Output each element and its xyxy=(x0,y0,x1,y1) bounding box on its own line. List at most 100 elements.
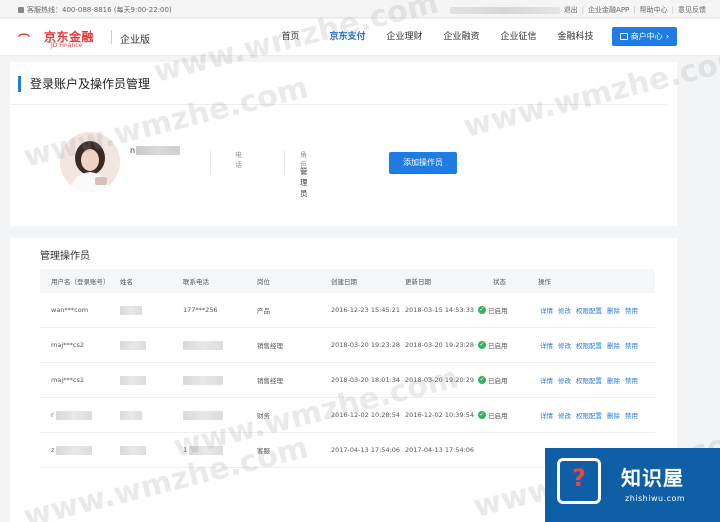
permission-link[interactable]: 权限配置 xyxy=(576,305,602,315)
divider xyxy=(10,104,667,105)
merchant-center-label: 商户中心 xyxy=(630,32,663,41)
avatar xyxy=(60,132,120,192)
row-position: 销售经理 xyxy=(257,377,283,385)
username-text: z xyxy=(51,446,55,454)
main-nav: 首页 京东支付 企业理财 企业融资 企业征信 金融科技 xyxy=(262,19,604,56)
username-text: n xyxy=(130,146,136,155)
profile-username: n xyxy=(130,146,181,155)
row-status: ✓ 已启用 xyxy=(478,293,508,327)
divider xyxy=(210,150,211,174)
badge-name: 知识屋 xyxy=(621,466,684,490)
permission-link[interactable]: 权限配置 xyxy=(576,375,602,385)
question-monitor-icon: ? xyxy=(557,458,601,504)
help-link[interactable]: 帮助中心 xyxy=(640,5,668,15)
phone-text: 1 xyxy=(183,446,188,454)
blurred-name xyxy=(120,305,142,315)
edit-link[interactable]: 修改 xyxy=(558,305,571,315)
detail-link[interactable]: 详情 xyxy=(540,340,553,350)
delete-link[interactable]: 删除 xyxy=(607,375,620,385)
delete-link[interactable]: 删除 xyxy=(607,410,620,420)
permission-link[interactable]: 权限配置 xyxy=(576,340,602,350)
chevron-right-icon: › xyxy=(665,31,670,42)
disable-link[interactable]: 禁用 xyxy=(625,340,638,350)
main-header: ⌒ 京东金融 JD Finance 企业版 首页 京东支付 企业理财 企业融资 … xyxy=(0,19,720,56)
nav-credit[interactable]: 企业征信 xyxy=(490,19,547,56)
row-phone xyxy=(183,328,223,362)
jd-finance-logo[interactable]: ⌒ 京东金融 JD Finance xyxy=(18,27,104,49)
row-position: 产品 xyxy=(257,307,270,315)
site-badge: ? 知识屋 zhishiwu.com xyxy=(545,448,720,522)
table-header: 用户名（登录账号） 姓名 联系电话 岗位 创建日期 更新日期 状态 操作 xyxy=(40,269,655,293)
disable-link[interactable]: 禁用 xyxy=(625,305,638,315)
row-actions: 详情 修改 权限配置 删除 禁用 xyxy=(540,398,638,432)
app-link[interactable]: 企业金融APP xyxy=(588,5,629,15)
blurred-name xyxy=(120,375,146,385)
col-created: 创建日期 xyxy=(331,278,357,286)
top-utility-bar: 客服热线：400-088-8816 (每天9:00-22:00) 退出 | 企业… xyxy=(0,0,720,18)
row-phone: 177***256 xyxy=(183,306,218,314)
detail-link[interactable]: 详情 xyxy=(540,375,553,385)
status-text: 已启用 xyxy=(488,307,508,315)
add-operator-button[interactable]: 添加操作员 xyxy=(389,152,457,174)
blurred-name xyxy=(120,340,146,350)
edit-link[interactable]: 修改 xyxy=(558,375,571,385)
row-status: ✓ 已启用 xyxy=(478,363,508,397)
row-username: wan***com xyxy=(51,306,89,314)
page-title: 登录账户及操作员管理 xyxy=(18,76,150,92)
operators-table: 用户名（登录账号） 姓名 联系电话 岗位 创建日期 更新日期 状态 操作 wan… xyxy=(40,269,655,468)
nav-fintech[interactable]: 金融科技 xyxy=(547,19,604,56)
blurred-name xyxy=(120,445,146,455)
blurred-username xyxy=(136,146,181,155)
disable-link[interactable]: 禁用 xyxy=(625,410,638,420)
merchant-center-button[interactable]: 商户中心 › xyxy=(612,27,677,46)
row-created: 2017-04-13 17:54:06 xyxy=(331,446,401,454)
row-status: ✓ 已启用 xyxy=(478,328,508,362)
detail-link[interactable]: 详情 xyxy=(540,305,553,315)
logo-subtext: JD Finance xyxy=(51,42,83,49)
row-position: 客服 xyxy=(257,447,270,455)
blurred-phone xyxy=(183,410,223,420)
edition-label: 企业版 xyxy=(120,35,150,46)
blurred-phone xyxy=(183,375,223,385)
row-name xyxy=(120,433,146,467)
nav-home[interactable]: 首页 xyxy=(262,19,319,56)
nav-jd-pay[interactable]: 京东支付 xyxy=(319,19,376,56)
row-phone: 1 xyxy=(183,433,224,467)
nav-financing[interactable]: 企业融资 xyxy=(433,19,490,56)
nav-wealth[interactable]: 企业理财 xyxy=(376,19,433,56)
hotline-text: 客服热线：400-088-8816 (每天9:00-22:00) xyxy=(27,6,172,14)
row-username: z xyxy=(51,433,93,467)
top-links: 退出 | 企业金融APP | 帮助中心 | 意见反馈 xyxy=(449,5,706,15)
row-name xyxy=(120,363,146,397)
check-circle-icon: ✓ xyxy=(478,341,486,349)
check-circle-icon: ✓ xyxy=(478,306,486,314)
status-text: 已启用 xyxy=(488,377,508,385)
status-text: 已启用 xyxy=(488,412,508,420)
feedback-link[interactable]: 意见反馈 xyxy=(678,5,706,15)
disable-link[interactable]: 禁用 xyxy=(625,375,638,385)
blurred-username xyxy=(56,445,93,455)
edit-link[interactable]: 修改 xyxy=(558,410,571,420)
section-separator xyxy=(10,226,677,238)
delete-link[interactable]: 删除 xyxy=(607,340,620,350)
delete-link[interactable]: 删除 xyxy=(607,305,620,315)
row-position: 财务 xyxy=(257,412,270,420)
permission-link[interactable]: 权限配置 xyxy=(576,410,602,420)
divider xyxy=(284,150,285,174)
detail-link[interactable]: 详情 xyxy=(540,410,553,420)
dog-icon: ⌒ xyxy=(18,33,31,47)
table-row: r 财务 2016-12-02 10:28:54 2016-12-02 10:3… xyxy=(40,398,655,433)
row-phone xyxy=(183,398,223,432)
phone-label: 电话 xyxy=(235,151,242,169)
service-hotline: 客服热线：400-088-8816 (每天9:00-22:00) xyxy=(18,5,172,15)
role-value: 管理员 xyxy=(300,167,308,198)
blurred-account xyxy=(449,6,560,14)
edit-link[interactable]: 修改 xyxy=(558,340,571,350)
row-created: 2016-12-23 15:45:21 xyxy=(331,306,401,314)
row-created: 2018-03-20 18:01:34 xyxy=(331,376,401,384)
col-status: 状态 xyxy=(493,278,506,286)
col-actions: 操作 xyxy=(538,278,551,286)
table-row: maj***cs1 销售经理 2018-03-20 18:01:34 2018-… xyxy=(40,363,655,398)
avatar-photo xyxy=(60,132,120,192)
logout-link[interactable]: 退出 xyxy=(564,5,578,15)
